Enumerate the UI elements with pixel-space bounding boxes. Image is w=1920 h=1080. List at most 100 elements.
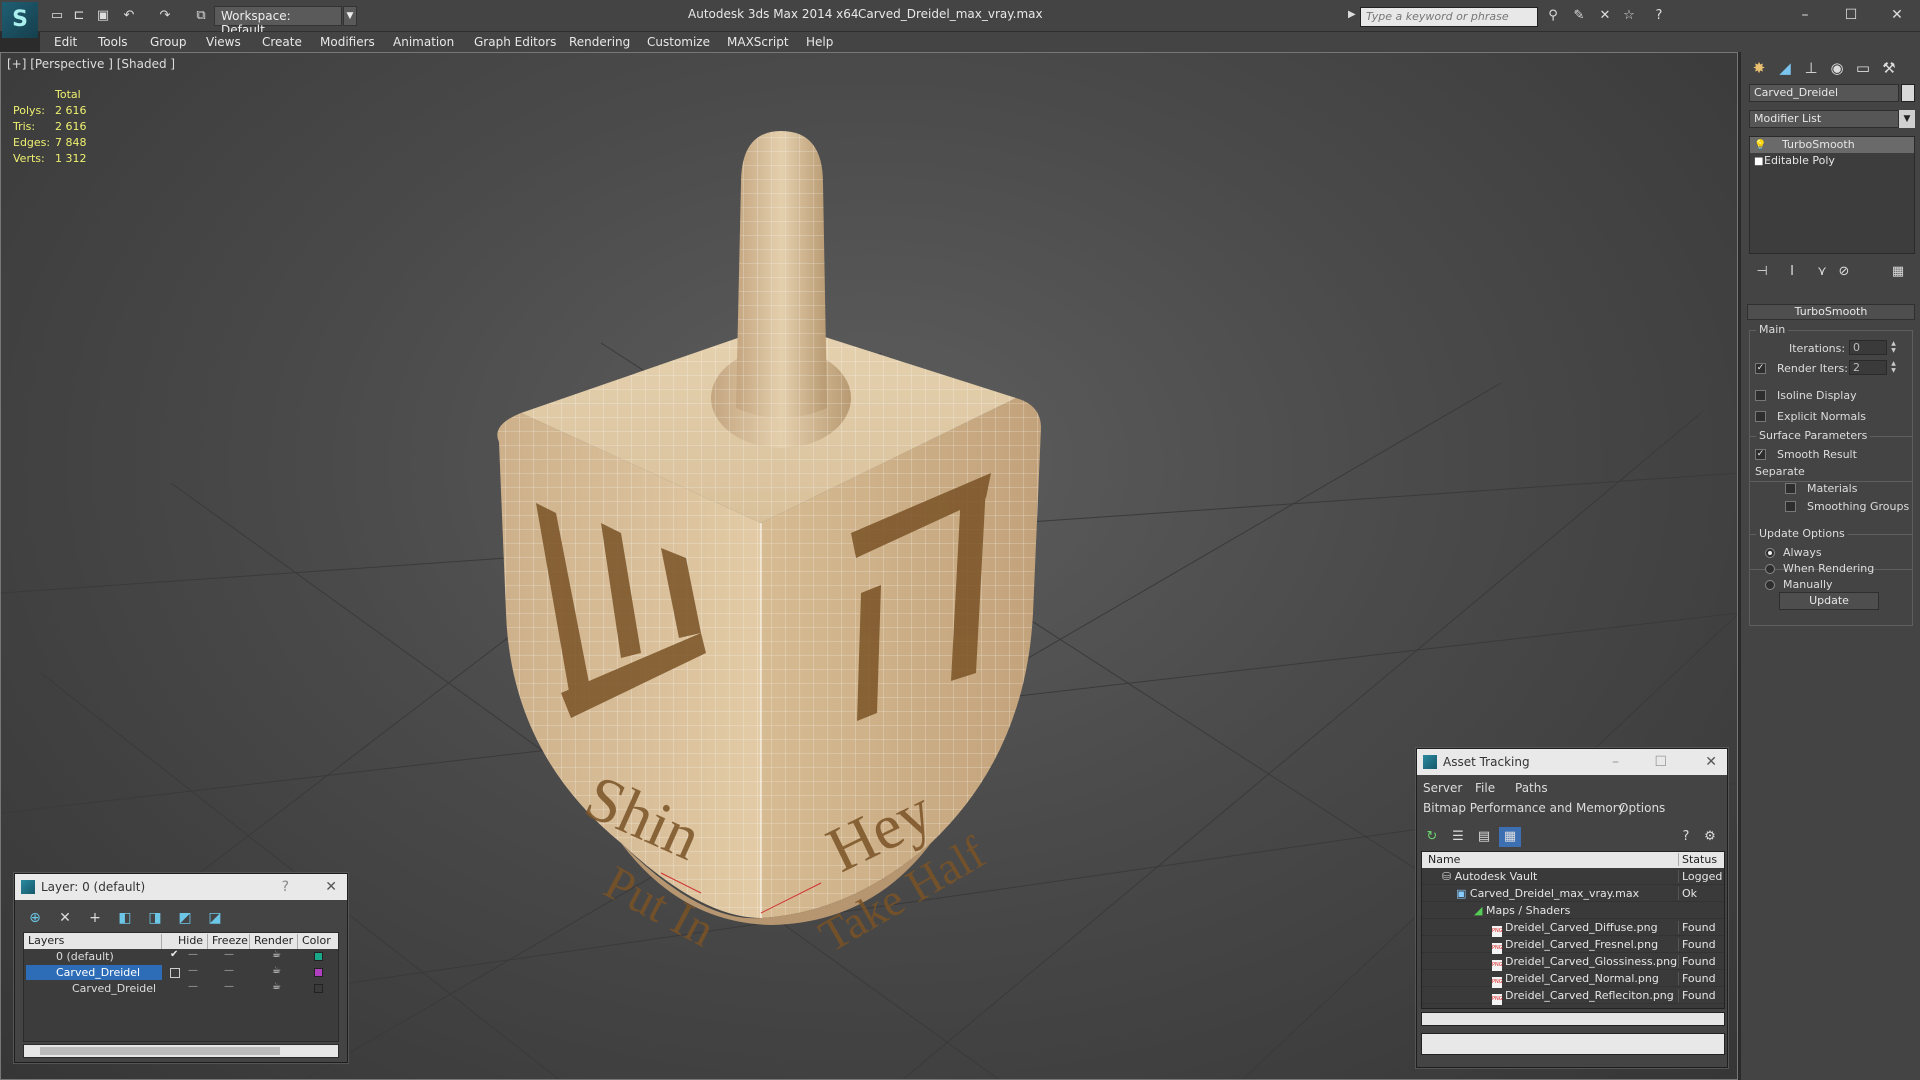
close-button[interactable]: ✕	[1882, 4, 1912, 26]
freeze-all-layers-icon[interactable]: ◪	[205, 908, 225, 928]
col-render[interactable]: Render	[250, 934, 298, 949]
minimize-button[interactable]: –	[1790, 4, 1820, 26]
object-color-swatch[interactable]	[1901, 84, 1915, 102]
menu-maxscript[interactable]: MAXScript	[727, 35, 789, 49]
explicit-normals-checkbox[interactable]	[1755, 411, 1766, 422]
menu-modifiers[interactable]: Modifiers	[320, 35, 375, 49]
favorites-star-icon[interactable]: ☆	[1620, 8, 1638, 24]
spinner-arrows-icon[interactable]: ▲ ▼	[1889, 360, 1898, 375]
render-teapot-icon[interactable]: ☕	[272, 965, 281, 976]
chevron-down-icon[interactable]: ▼	[343, 6, 357, 26]
table-row[interactable]: PNG Dreidel_Carved_Diffuse.png Found	[1422, 919, 1724, 937]
search-input[interactable]: Type a keyword or phrase	[1360, 7, 1538, 27]
asset-horizontal-scrollbar[interactable]	[1421, 1012, 1725, 1026]
update-button[interactable]: Update	[1779, 592, 1879, 610]
layer-color-swatch[interactable]	[314, 968, 323, 977]
asset-maximize-button[interactable]: ☐	[1654, 749, 1667, 775]
render-iters-checkbox[interactable]: ✓	[1755, 363, 1766, 374]
table-row[interactable]: PNG Dreidel_Carved_Fresnel.png Found	[1422, 936, 1724, 954]
chevron-down-icon[interactable]: ▼	[1899, 110, 1915, 128]
update-when-rendering-radio[interactable]	[1765, 564, 1775, 574]
freeze-toggle[interactable]: —	[224, 949, 234, 960]
configure-sets-icon[interactable]: ▦	[1889, 262, 1907, 282]
render-teapot-icon[interactable]: ☕	[272, 949, 281, 960]
maximize-button[interactable]: ☐	[1836, 4, 1866, 26]
table-row[interactable]: PNG Dreidel_Carved_Normal.png Found	[1422, 970, 1724, 988]
current-layer-check-icon[interactable]: ✔	[170, 949, 178, 960]
tree-view-icon[interactable]: ▤	[1473, 827, 1495, 847]
col-color[interactable]: Color	[298, 934, 340, 949]
open-file-icon[interactable]: ⊏	[70, 8, 88, 24]
app-logo-icon[interactable]: S	[2, 2, 38, 38]
motion-tab-icon[interactable]: ◉	[1825, 56, 1849, 80]
table-row[interactable]: Carved_Dreidel — — ☕	[24, 981, 338, 997]
lightbulb-icon[interactable]: 💡	[1754, 138, 1766, 154]
menu-animation[interactable]: Animation	[393, 35, 454, 49]
asset-menu-file[interactable]: File	[1475, 781, 1495, 795]
save-icon[interactable]: ▣	[94, 8, 112, 24]
asset-minimize-button[interactable]: –	[1612, 749, 1619, 775]
menu-group[interactable]: Group	[150, 35, 187, 49]
hide-toggle[interactable]: —	[188, 981, 198, 992]
menu-tools[interactable]: Tools	[98, 35, 128, 49]
binoculars-icon[interactable]: ⚲	[1544, 8, 1562, 24]
layer-color-swatch[interactable]	[314, 952, 323, 961]
table-row[interactable]: PNG Dreidel_Carved_Refleciton.png Found	[1422, 987, 1724, 1005]
communication-icon[interactable]: ✕	[1596, 8, 1614, 24]
help-icon[interactable]: ?	[1650, 8, 1668, 24]
stack-item-turbosmooth[interactable]: 💡 TurboSmooth	[1750, 137, 1914, 153]
hide-toggle[interactable]: —	[188, 949, 198, 960]
select-layer-objects-icon[interactable]: ◧	[115, 908, 135, 928]
hierarchy-tab-icon[interactable]: ⊥	[1799, 56, 1823, 80]
modify-tab-icon[interactable]: ◢	[1773, 56, 1797, 80]
scrollbar-thumb[interactable]	[40, 1047, 280, 1055]
materials-checkbox[interactable]	[1785, 483, 1796, 494]
menu-graph-editors[interactable]: Graph Editors	[474, 35, 556, 49]
table-row[interactable]: 0 (default) ✔ — — ☕	[24, 949, 338, 965]
col-status[interactable]: Status	[1678, 853, 1724, 866]
table-row[interactable]: ⛁ Autodesk Vault Logged Out	[1422, 868, 1724, 885]
col-name[interactable]: Name	[1428, 853, 1460, 866]
render-teapot-icon[interactable]: ☕	[272, 981, 281, 992]
utilities-tab-icon[interactable]: ⚒	[1877, 56, 1901, 80]
col-hide[interactable]: Hide	[174, 934, 208, 949]
undo-icon[interactable]: ↶	[120, 8, 138, 24]
viewport-label[interactable]: [+] [Perspective ] [Shaded ]	[7, 57, 175, 71]
highlight-layer-icon[interactable]: ◨	[145, 908, 165, 928]
render-iters-spinner[interactable]: 2	[1849, 360, 1887, 375]
make-unique-icon[interactable]: ⋎	[1813, 262, 1831, 282]
create-layer-icon[interactable]: ⊕	[25, 908, 45, 928]
project-folder-icon[interactable]: ⧉	[192, 8, 210, 24]
menu-create[interactable]: Create	[262, 35, 302, 49]
hide-toggle[interactable]: —	[188, 965, 198, 976]
layer-horizontal-scrollbar[interactable]	[23, 1044, 339, 1058]
table-row[interactable]: PNG Dreidel_Carved_Glossiness.png Found	[1422, 953, 1724, 971]
update-manually-radio[interactable]	[1765, 580, 1775, 590]
asset-menu-bitmap-performance[interactable]: Bitmap Performance and Memory	[1423, 801, 1625, 815]
isoline-display-checkbox[interactable]	[1755, 390, 1766, 401]
table-row[interactable]: ▣ Carved_Dreidel_max_vray.max Ok	[1422, 885, 1724, 902]
menu-help[interactable]: Help	[806, 35, 833, 49]
smooth-result-checkbox[interactable]: ✓	[1755, 449, 1766, 460]
workspace-select[interactable]: Workspace: Default	[214, 6, 342, 37]
asset-close-icon[interactable]: ✕	[1705, 749, 1717, 775]
hide-all-layers-icon[interactable]: ◩	[175, 908, 195, 928]
turbosmooth-rollout-header[interactable]: TurboSmooth	[1747, 304, 1915, 320]
iterations-spinner[interactable]: 0	[1849, 340, 1887, 355]
update-always-radio[interactable]	[1765, 548, 1775, 558]
table-view-icon[interactable]: ▦	[1499, 827, 1521, 847]
add-to-layer-icon[interactable]: +	[85, 908, 105, 928]
pin-stack-icon[interactable]: ⊣	[1753, 262, 1771, 282]
display-tab-icon[interactable]: ▭	[1851, 56, 1875, 80]
table-row[interactable]: Carved_Dreidel — — ☕	[24, 965, 338, 981]
dreidel-model[interactable]: Shin Put In Hey Take Half	[497, 131, 1041, 962]
freeze-toggle[interactable]: —	[224, 965, 234, 976]
settings-icon[interactable]: ⚙	[1699, 827, 1721, 847]
layer-panel-help[interactable]: ?	[282, 874, 289, 900]
menu-edit[interactable]: Edit	[54, 35, 77, 49]
col-layers[interactable]: Layers	[24, 934, 162, 949]
smoothing-groups-checkbox[interactable]	[1785, 501, 1796, 512]
layer-panel-close-icon[interactable]: ✕	[325, 874, 337, 900]
delete-layer-icon[interactable]: ✕	[55, 908, 75, 928]
stack-item-editable-poly[interactable]: ■Editable Poly	[1750, 153, 1914, 169]
